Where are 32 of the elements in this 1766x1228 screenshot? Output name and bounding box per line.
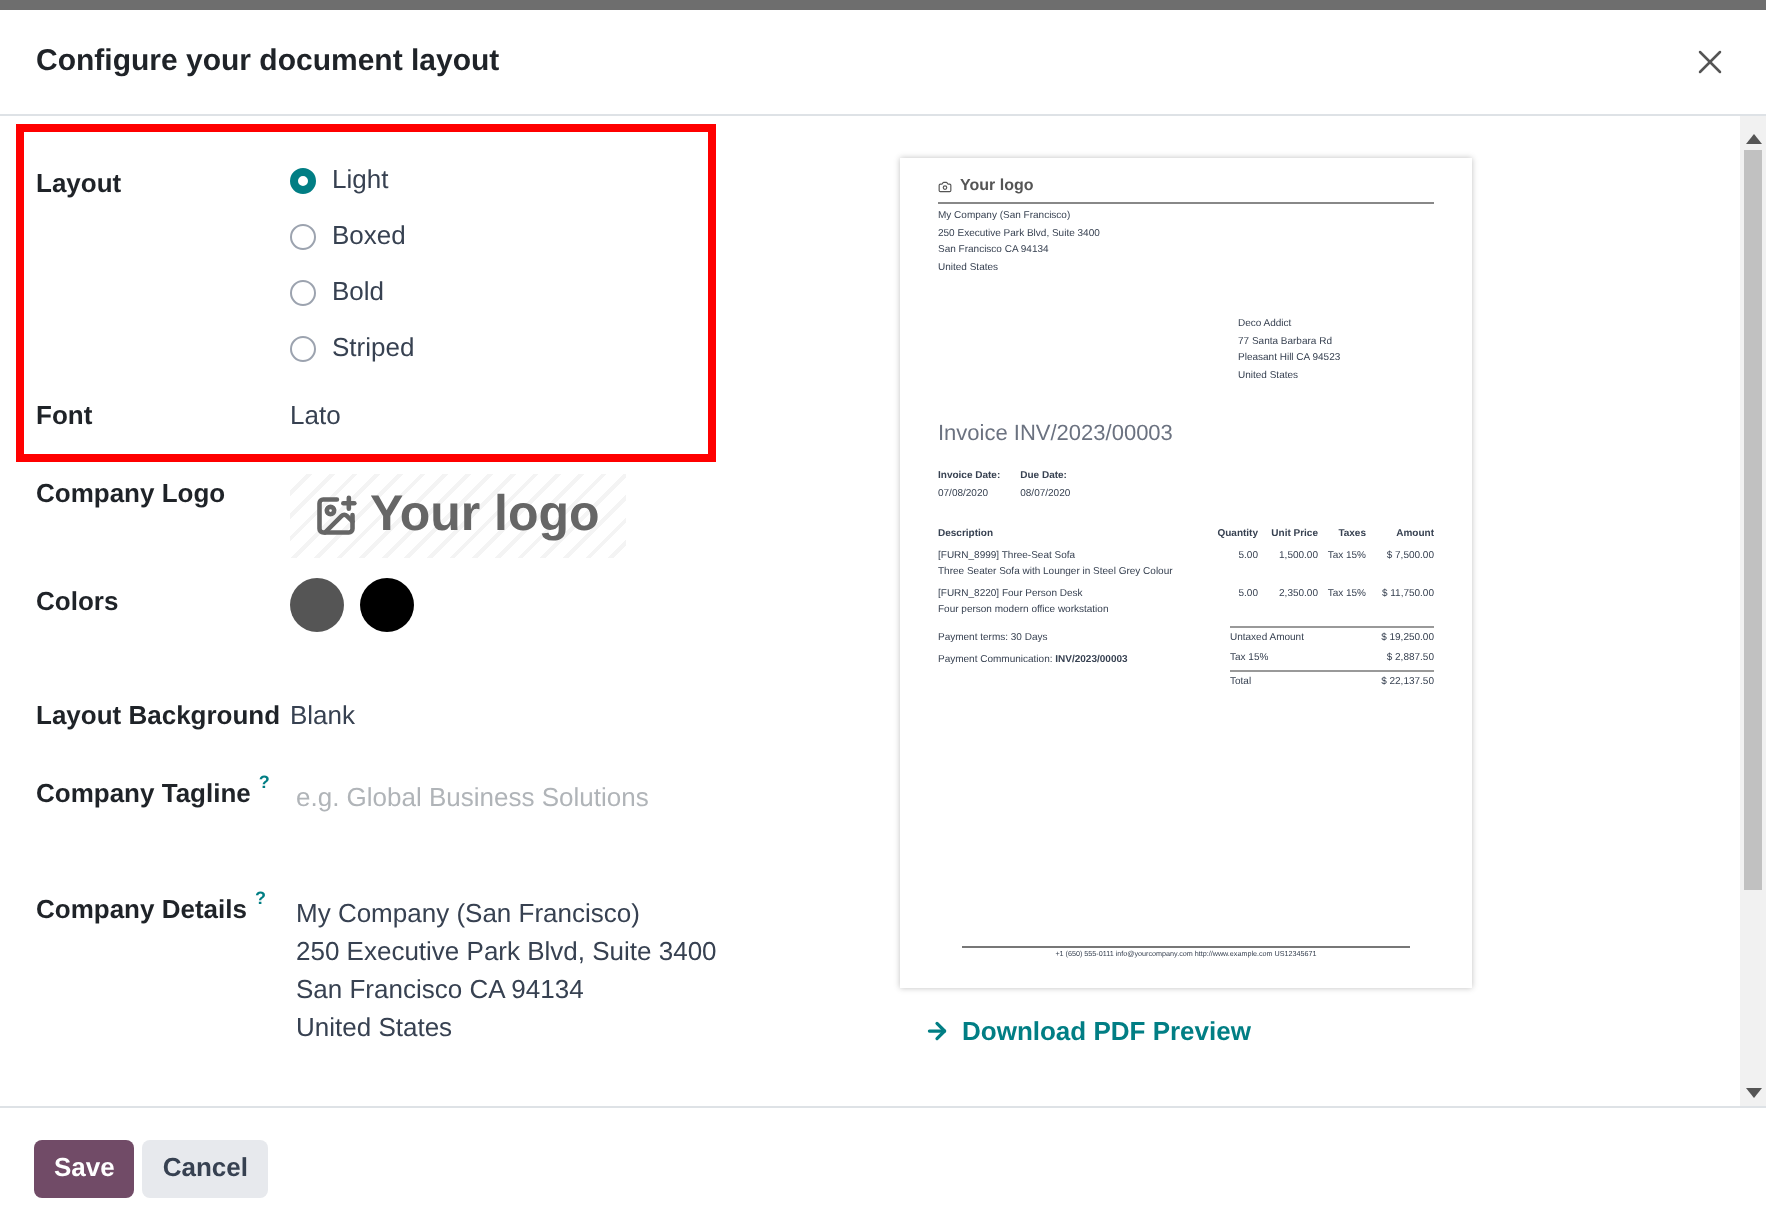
help-tooltip[interactable]: ? [258, 770, 270, 797]
radio-button[interactable] [290, 223, 316, 249]
background-value[interactable]: Blank [290, 695, 356, 734]
save-button[interactable]: Save [34, 1139, 135, 1197]
field-label: Colors [36, 583, 119, 619]
scrollbar[interactable] [1740, 116, 1766, 1106]
field-label: Company Tagline [36, 776, 251, 812]
field-label: Company Details [36, 891, 247, 928]
radio-button[interactable] [290, 335, 316, 361]
tagline-field[interactable]: e.g. Global Business Solutions [290, 778, 830, 817]
field-label: Layout Background [36, 697, 281, 734]
font-value[interactable]: Lato [290, 396, 341, 435]
arrow-right-icon [924, 1018, 950, 1045]
preview-invoice-title: Invoice INV/2023/00003 [938, 420, 1175, 448]
preview-logo: Your logo [960, 174, 1034, 198]
radio-option[interactable]: Bold [290, 264, 415, 320]
field-label: Company Logo [36, 475, 226, 512]
logo-upload[interactable]: Your logo [290, 473, 626, 557]
download-link[interactable]: Download PDF Preview [900, 1012, 1472, 1051]
dialog-title: Configure your document layout [36, 41, 500, 82]
radio-button[interactable] [290, 167, 316, 193]
radio-option[interactable]: Light [290, 152, 415, 208]
color-swatch[interactable] [290, 577, 344, 631]
help-tooltip[interactable]: ? [254, 885, 266, 912]
cancel-button[interactable]: Cancel [142, 1139, 269, 1197]
field-label: Font [36, 398, 93, 434]
field-label: Layout [36, 166, 122, 202]
radio-option[interactable]: Boxed [290, 208, 415, 264]
color-swatch[interactable] [360, 577, 414, 631]
radio-button[interactable] [290, 279, 316, 305]
radio-option[interactable]: Striped [290, 320, 415, 376]
company-details-field[interactable]: My Company (San Francisco) 250 Executive Park Blvd, Suite 3400 San Francisco CA 94134 United States [290, 889, 717, 1045]
